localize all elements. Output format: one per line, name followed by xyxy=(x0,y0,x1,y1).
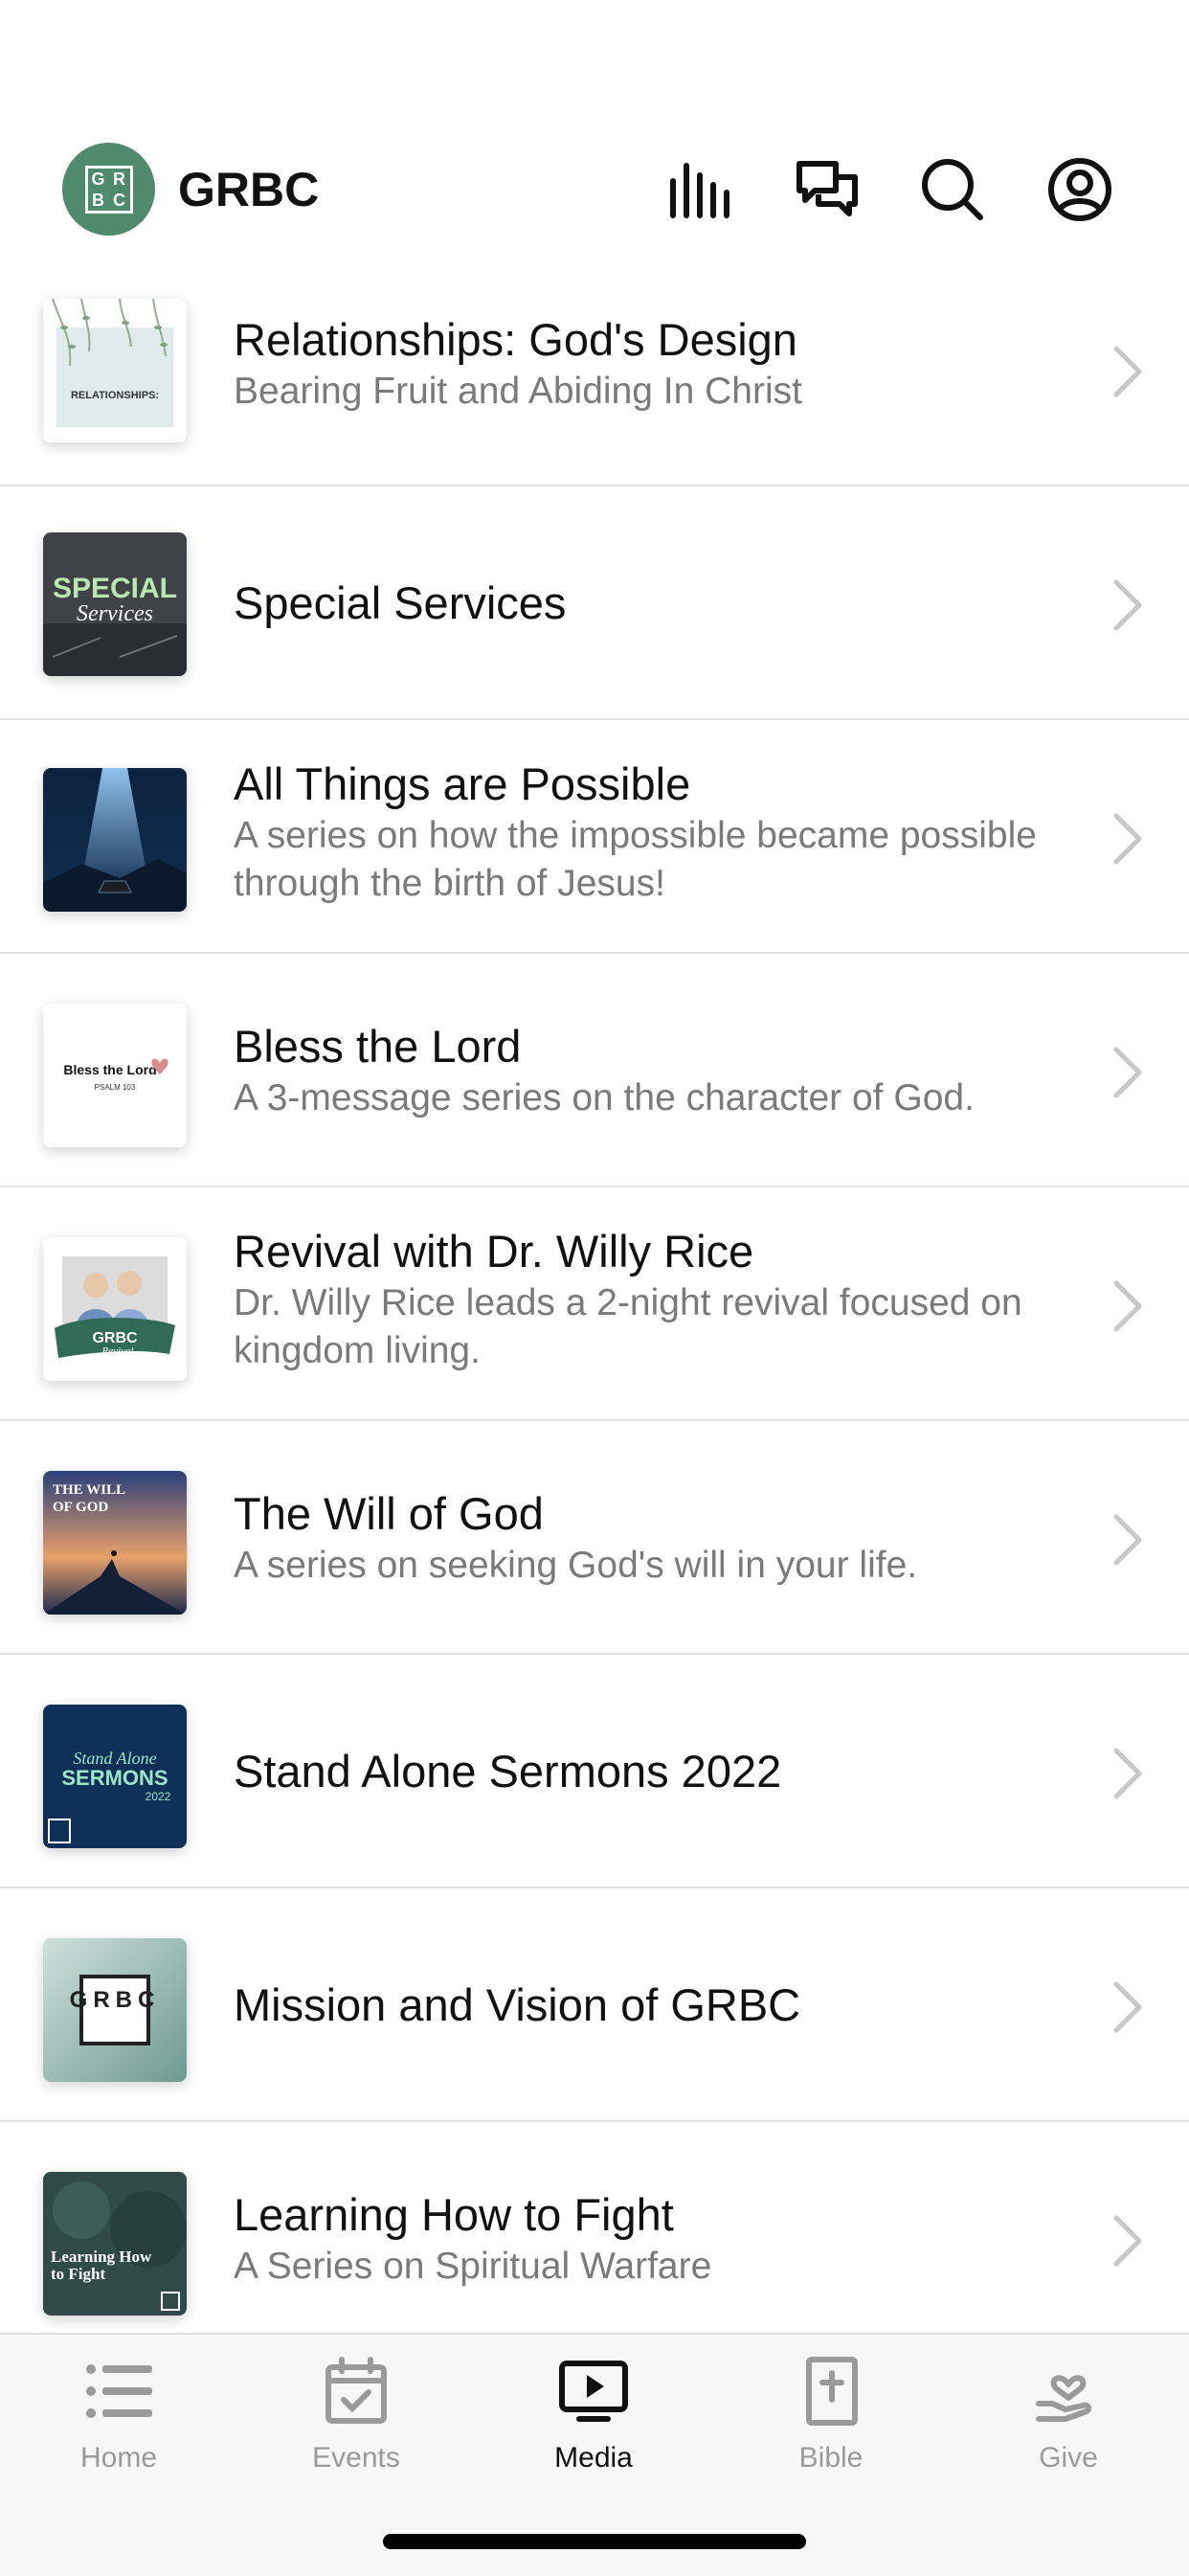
bible-icon xyxy=(806,2357,858,2426)
chat-bubbles-icon[interactable] xyxy=(794,156,861,223)
chevron-right-icon xyxy=(1112,1747,1143,1800)
logo-mark: G R B C xyxy=(84,165,133,214)
series-title: Learning How to Fight xyxy=(234,2189,674,2240)
list-item-text: Bless the Lord A 3-message series on the… xyxy=(234,1019,1076,1122)
series-title: Revival with Dr. Willy Rice xyxy=(234,1226,754,1277)
tab-bible[interactable]: Bible xyxy=(712,2356,950,2490)
list-item-text: All Things are Possible A series on how … xyxy=(234,757,1076,908)
series-title: Relationships: God's Design xyxy=(234,314,797,365)
tab-label: Events xyxy=(312,2442,400,2474)
chevron-right-icon xyxy=(1112,1279,1143,1333)
learning-fight-thumbnail: Learning How to Fight xyxy=(43,2172,187,2316)
tab-events[interactable]: Events xyxy=(237,2356,475,2490)
logo-letter: B xyxy=(92,190,104,210)
home-indicator[interactable] xyxy=(383,2534,806,2549)
manger-thumbnail xyxy=(43,768,187,912)
series-title: Special Services xyxy=(234,577,567,628)
tab-give[interactable]: Give xyxy=(950,2356,1187,2490)
search-icon[interactable] xyxy=(919,156,986,223)
tab-media[interactable]: Media xyxy=(475,2356,712,2490)
bless-the-lord-thumbnail: Bless the Lord PSALM 103 xyxy=(43,1004,187,1147)
thumb-text: to Fight xyxy=(51,2265,105,2283)
relationships-thumbnail: RELATIONSHIPS: xyxy=(43,299,187,442)
thumb-text: Bless the Lord xyxy=(63,1062,156,1077)
chevron-right-icon xyxy=(1112,1046,1143,1099)
series-subtitle: A series on seeking God's will in your l… xyxy=(234,1545,918,1586)
calendar-check-icon xyxy=(325,2357,387,2424)
list-item-text: Mission and Vision of GRBC xyxy=(234,1977,1076,2033)
list-item[interactable]: GRBC Revival Revival with Dr. Willy Rice… xyxy=(0,1187,1189,1421)
thumb-text: Learning How xyxy=(51,2248,152,2266)
tab-label: Home xyxy=(79,2442,158,2474)
profile-icon[interactable] xyxy=(1046,156,1113,223)
series-title: Stand Alone Sermons 2022 xyxy=(234,1746,782,1796)
thumb-text: SERMONS xyxy=(61,1766,168,1790)
list-item-text: Learning How to Fight A Series on Spirit… xyxy=(234,2187,1076,2291)
thumb-text: Stand Alone xyxy=(73,1749,156,1768)
chevron-right-icon xyxy=(1112,345,1143,398)
thumb-text: Revival xyxy=(101,1345,134,1357)
thumb-text: 2022 xyxy=(146,1790,171,1803)
list-item[interactable]: GRBC Mission and Vision of GRBC xyxy=(0,1888,1189,2122)
thumb-text: PSALM 103 xyxy=(95,1083,136,1092)
list-icon xyxy=(86,2364,152,2418)
special-services-thumbnail: SPECIAL Services xyxy=(43,532,187,676)
series-subtitle: Dr. Willy Rice leads a 2-night revival f… xyxy=(234,1282,1022,1371)
series-subtitle: A 3-message series on the character of G… xyxy=(234,1077,975,1119)
app-header: G R B C GRBC xyxy=(0,0,1189,287)
list-item[interactable]: Stand Alone SERMONS 2022 Stand Alone Ser… xyxy=(0,1655,1189,1888)
series-title: All Things are Possible xyxy=(234,758,691,809)
app-name: GRBC xyxy=(178,163,320,216)
list-item[interactable]: Learning How to Fight Learning How to Fi… xyxy=(0,2122,1189,2356)
tab-label: Bible xyxy=(798,2442,864,2474)
list-item-text: Revival with Dr. Willy Rice Dr. Willy Ri… xyxy=(234,1224,1076,1375)
list-item-text: Stand Alone Sermons 2022 xyxy=(234,1744,1076,1799)
grbc-logo[interactable]: G R B C xyxy=(62,143,155,236)
thumb-text: Services xyxy=(77,601,153,626)
list-item[interactable]: SPECIAL Services Special Services xyxy=(0,486,1189,720)
play-screen-icon xyxy=(559,2361,628,2422)
thumb-text: RELATIONSHIPS: xyxy=(71,390,159,401)
logo-letter: G xyxy=(91,169,105,189)
chevron-right-icon xyxy=(1112,1513,1143,1567)
audio-bars-icon[interactable] xyxy=(665,156,732,223)
stand-alone-thumbnail: Stand Alone SERMONS 2022 xyxy=(43,1705,187,1848)
chevron-right-icon xyxy=(1112,2214,1143,2268)
series-title: Bless the Lord xyxy=(234,1021,522,1072)
list-item[interactable]: Bless the Lord PSALM 103 Bless the Lord … xyxy=(0,954,1189,1187)
mission-vision-thumbnail: GRBC xyxy=(43,1938,187,2082)
tab-label: Give xyxy=(1039,2442,1098,2474)
logo-letter: C xyxy=(113,190,125,210)
chevron-right-icon xyxy=(1112,1980,1143,2034)
thumb-text: GRBC xyxy=(70,1987,161,2013)
list-item-text: Relationships: God's Design Bearing Frui… xyxy=(234,312,1076,416)
tab-home[interactable]: Home xyxy=(0,2356,237,2490)
thumb-text: GRBC xyxy=(92,1330,138,1346)
thumb-text: OF GOD xyxy=(53,1500,108,1515)
chevron-right-icon xyxy=(1112,812,1143,866)
list-item[interactable]: All Things are Possible A series on how … xyxy=(0,720,1189,954)
thumb-text: SPECIAL xyxy=(53,573,177,604)
chevron-right-icon xyxy=(1112,578,1143,632)
series-subtitle: Bearing Fruit and Abiding In Christ xyxy=(234,371,802,412)
list-item-text: Special Services xyxy=(234,576,1076,631)
thumb-text: THE WILL xyxy=(53,1482,125,1498)
series-subtitle: A series on how the impossible became po… xyxy=(234,815,1037,904)
series-title: The Will of God xyxy=(234,1488,544,1539)
list-item-text: The Will of God A series on seeking God'… xyxy=(234,1486,1076,1590)
series-title: Mission and Vision of GRBC xyxy=(234,1979,801,2030)
revival-thumbnail: GRBC Revival xyxy=(43,1237,187,1381)
logo-letter: R xyxy=(113,169,125,189)
will-of-god-thumbnail: THE WILL OF GOD xyxy=(43,1471,187,1615)
list-item[interactable]: THE WILL OF GOD The Will of God A series… xyxy=(0,1421,1189,1655)
series-subtitle: A Series on Spiritual Warfare xyxy=(234,2246,712,2287)
heart-hand-icon xyxy=(1036,2375,1092,2422)
list-item[interactable]: RELATIONSHIPS: Relationships: God's Desi… xyxy=(0,287,1189,486)
tab-label: Media xyxy=(554,2442,633,2474)
